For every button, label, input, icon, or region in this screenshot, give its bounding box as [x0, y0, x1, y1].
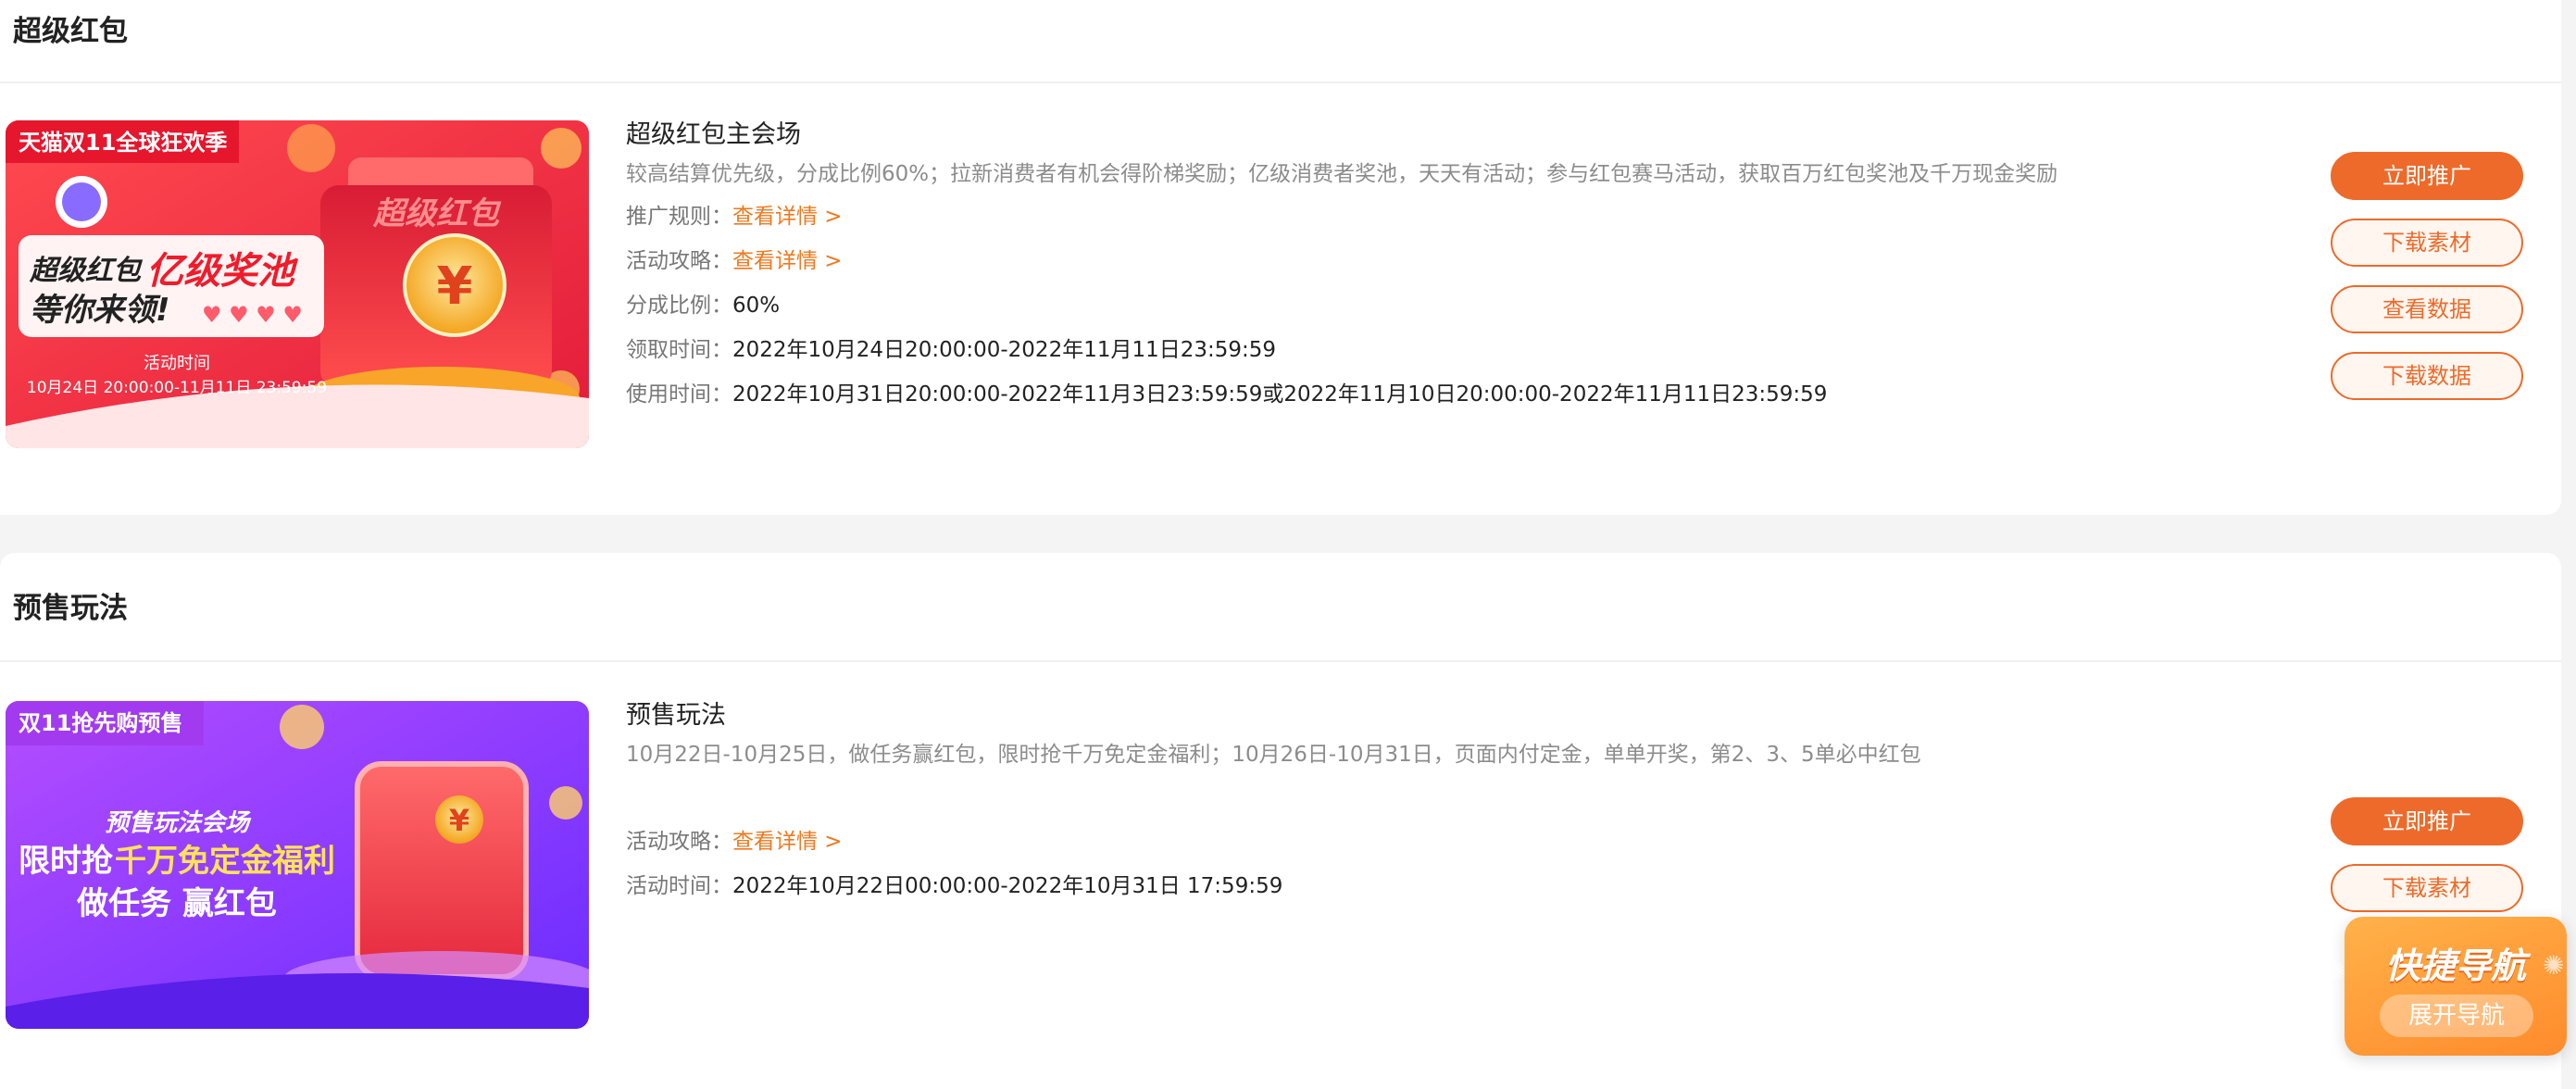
section-header: 预售玩法 [0, 553, 2561, 662]
action-buttons: 立即推广 下载素材 [2331, 797, 2525, 931]
view-details-link[interactable]: 查看详情 > [732, 205, 843, 229]
use-time-row: 使用时间：2022年10月31日20:00:00-2022年11月3日23:59… [626, 372, 2154, 417]
row-key: 活动攻略： [626, 830, 732, 854]
row-key: 使用时间： [626, 382, 732, 407]
line1-a: 限时抢 [19, 843, 114, 880]
corner-tag: 双11抢先购预售 [19, 710, 182, 736]
row-value: 60% [732, 294, 781, 318]
row-value: 2022年10月24日20:00:00-2022年11月11日23:59:59 [732, 338, 1277, 362]
promote-now-button[interactable]: 立即推广 [2331, 152, 2523, 200]
action-buttons: 立即推广 下载素材 查看数据 下载数据 [2331, 152, 2525, 419]
view-details-link[interactable]: 查看详情 > [732, 249, 843, 273]
coin-symbol: ¥ [449, 803, 469, 838]
line1-b: 千万免定金福利 [115, 843, 335, 880]
quick-nav-widget[interactable]: ✺ ✺ 快捷导航 展开导航 [2324, 917, 2567, 1056]
view-details-link[interactable]: 查看详情 > [732, 830, 843, 854]
row-key: 活动攻略： [626, 249, 732, 273]
line2: 做任务 赢红包 [76, 885, 277, 922]
download-material-button[interactable]: 下载素材 [2331, 864, 2523, 912]
promote-now-button[interactable]: 立即推广 [2331, 797, 2523, 845]
download-data-button[interactable]: 下载数据 [2331, 352, 2523, 400]
sparkle-icon: ✺ [2324, 956, 2346, 986]
banner-art: ¥ 双11抢先购预售 预售玩法会场 限时抢 千万免定金福利 做任务 赢红包 [6, 701, 589, 1029]
view-data-button[interactable]: 查看数据 [2331, 285, 2523, 333]
card-desc: 较高结算优先级，分成比例60%；拉新消费者有机会得阶梯奖励；亿级消费者奖池，天天… [626, 162, 2058, 186]
coin-symbol: ¥ [437, 257, 473, 317]
section-title: 预售玩法 [13, 592, 128, 625]
card-desc: 10月22日-10月25日，做任务赢红包，限时抢千万免定金福利；10月26日-1… [626, 743, 1921, 767]
headline-b: 亿级奖池 [146, 250, 299, 293]
download-material-button[interactable]: 下载素材 [2331, 219, 2523, 267]
super-red-packet-section: 超级红包 超级红包 ¥ 天猫双11全球狂欢季 超级红包 亿级奖池 等你来领! ♥… [0, 0, 2561, 515]
card-title: 超级红包主会场 [626, 120, 801, 149]
card-title: 预售玩法 [626, 701, 726, 730]
presale-banner[interactable]: ¥ 双11抢先购预售 预售玩法会场 限时抢 千万免定金福利 做任务 赢红包 [6, 701, 589, 1029]
section-header: 超级红包 [0, 0, 2561, 83]
time-label: 活动时间 [144, 354, 210, 373]
presale-section: 预售玩法 ¥ 双11抢先购预售 预售玩法会场 限时抢 千万免定金福利 做任务 赢… [0, 553, 2561, 1089]
section-title: 超级红包 [13, 15, 128, 48]
time-range: 10月24日 20:00:00-11月11日 23:59:59 [27, 379, 327, 397]
activity-guide-row: 活动攻略：查看详情 > [626, 239, 2154, 283]
corner-tag: 天猫双11全球狂欢季 [19, 130, 227, 156]
commission-row: 分成比例：60% [626, 283, 2154, 328]
headline-a: 超级红包 [29, 255, 144, 287]
promo-rules-row: 推广规则：查看详情 > [626, 194, 2154, 239]
expand-nav-button[interactable]: 展开导航 [2380, 995, 2533, 1037]
svg-text:♥ ♥ ♥ ♥: ♥ ♥ ♥ ♥ [202, 302, 303, 328]
card-info: 超级红包主会场 较高结算优先级，分成比例60%；拉新消费者有机会得阶梯奖励；亿级… [626, 117, 2154, 417]
headline-c: 等你来领! [30, 292, 170, 329]
card-info: 预售玩法 10月22日-10月25日，做任务赢红包，限时抢千万免定金福利；10月… [626, 697, 2154, 908]
packet-text: 超级红包 [372, 195, 502, 232]
activity-time-row: 活动时间：2022年10月22日00:00:00-2022年10月31日 17:… [626, 864, 2154, 908]
banner-art: 超级红包 ¥ 天猫双11全球狂欢季 超级红包 亿级奖池 等你来领! ♥ ♥ ♥ … [6, 120, 589, 448]
row-key: 推广规则： [626, 205, 732, 229]
row-key: 领取时间： [626, 338, 732, 362]
row-key: 活动时间： [626, 874, 732, 898]
activity-guide-row: 活动攻略：查看详情 > [626, 820, 2154, 864]
super-red-packet-banner[interactable]: 超级红包 ¥ 天猫双11全球狂欢季 超级红包 亿级奖池 等你来领! ♥ ♥ ♥ … [6, 120, 589, 448]
row-value: 2022年10月31日20:00:00-2022年11月3日23:59:59或2… [732, 382, 1828, 407]
quick-nav-title: 快捷导航 [2384, 945, 2526, 986]
banner-sub: 预售玩法会场 [105, 809, 252, 837]
row-key: 分成比例： [626, 294, 732, 318]
row-value: 2022年10月22日00:00:00-2022年10月31日 17:59:59 [732, 874, 1283, 898]
claim-time-row: 领取时间：2022年10月24日20:00:00-2022年11月11日23:5… [626, 328, 2154, 372]
